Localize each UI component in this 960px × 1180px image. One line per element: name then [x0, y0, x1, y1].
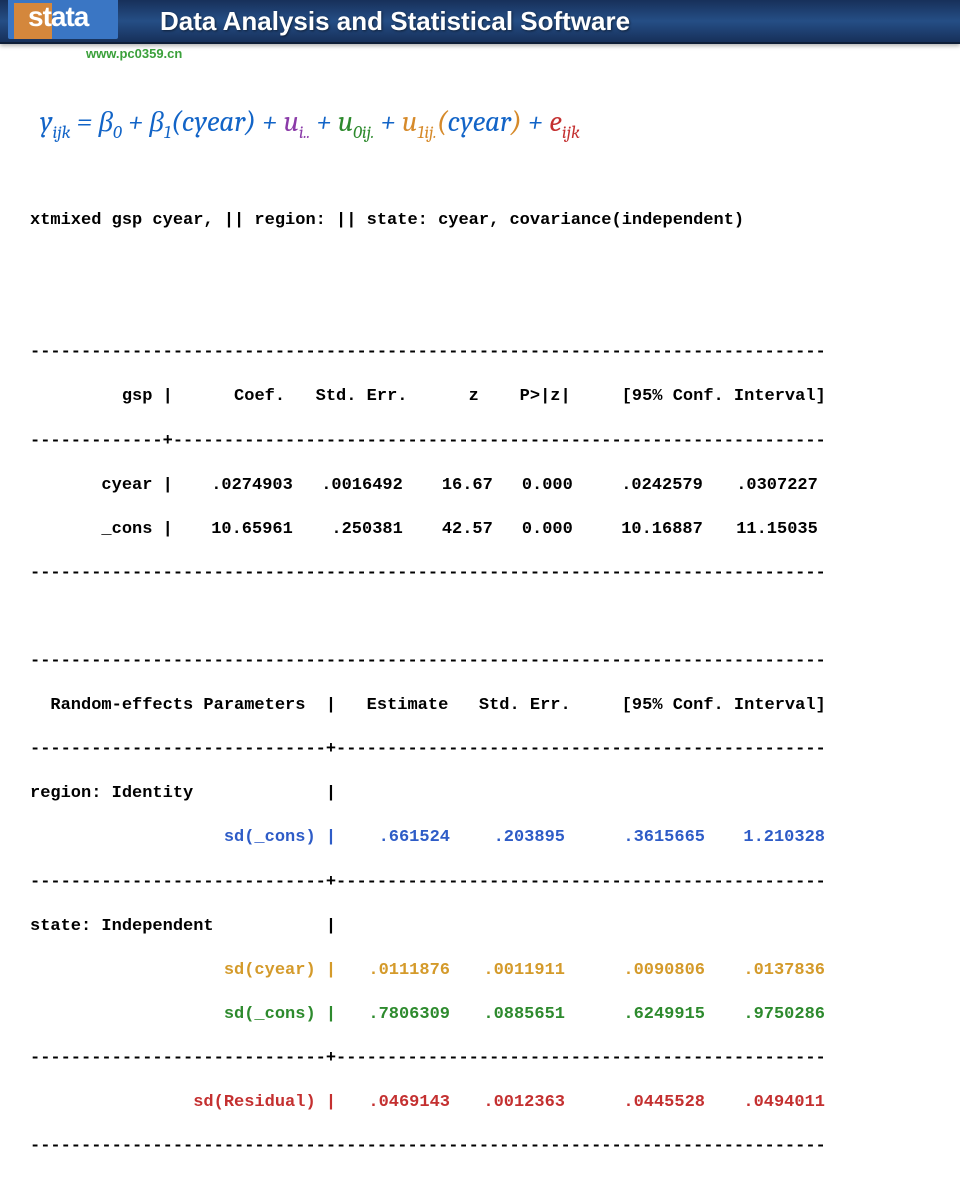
fixed-header: gsp | Coef. Std. Err. z P>|z| [95% Conf.…	[30, 386, 826, 408]
fixed-row-cyear: cyear |.0274903.001649216.670.000.024257…	[30, 475, 826, 497]
header-title: Data Analysis and Statistical Software	[160, 6, 630, 37]
rand-header: Random-effects Parameters | Estimate Std…	[30, 695, 826, 717]
rand-dash-bot: ----------------------------------------…	[30, 1136, 826, 1158]
model-equation: yijk = β0 + β1(cyear) + ui.. + u0ij. + u…	[40, 106, 580, 143]
fixed-dash-bot: ----------------------------------------…	[30, 563, 826, 585]
state-sdcons: sd(_cons) |.7806309.0885651.6249915.9750…	[30, 1004, 826, 1026]
command-line: xtmixed gsp cyear, || region: || state: …	[30, 210, 826, 232]
residual-row: sd(Residual) |.0469143.0012363.0445528.0…	[30, 1092, 826, 1114]
watermark: www.pc0359.cn	[86, 46, 182, 61]
app-header: stata Data Analysis and Statistical Soft…	[0, 0, 960, 44]
logo: stata	[0, 0, 130, 43]
rand-dash-head: -----------------------------+----------…	[30, 739, 826, 761]
rand-dash-top: ----------------------------------------…	[30, 651, 826, 673]
logo-text: stata	[28, 1, 88, 33]
fixed-dash-mid: -------------+--------------------------…	[30, 431, 826, 453]
region-label: region: Identity |	[30, 783, 826, 805]
state-label: state: Independent |	[30, 916, 826, 938]
rand-dash-state: -----------------------------+----------…	[30, 1048, 826, 1070]
rand-dash-region: -----------------------------+----------…	[30, 872, 826, 894]
region-sdcons: sd(_cons) |.661524.203895.36156651.21032…	[30, 827, 826, 849]
state-sdcyear: sd(cyear) |.0111876.0011911.0090806.0137…	[30, 960, 826, 982]
fixed-row-cons: _cons |10.65961.25038142.570.00010.16887…	[30, 519, 826, 541]
stata-output: xtmixed gsp cyear, || region: || state: …	[30, 188, 826, 1180]
fixed-dash-top: ----------------------------------------…	[30, 342, 826, 364]
